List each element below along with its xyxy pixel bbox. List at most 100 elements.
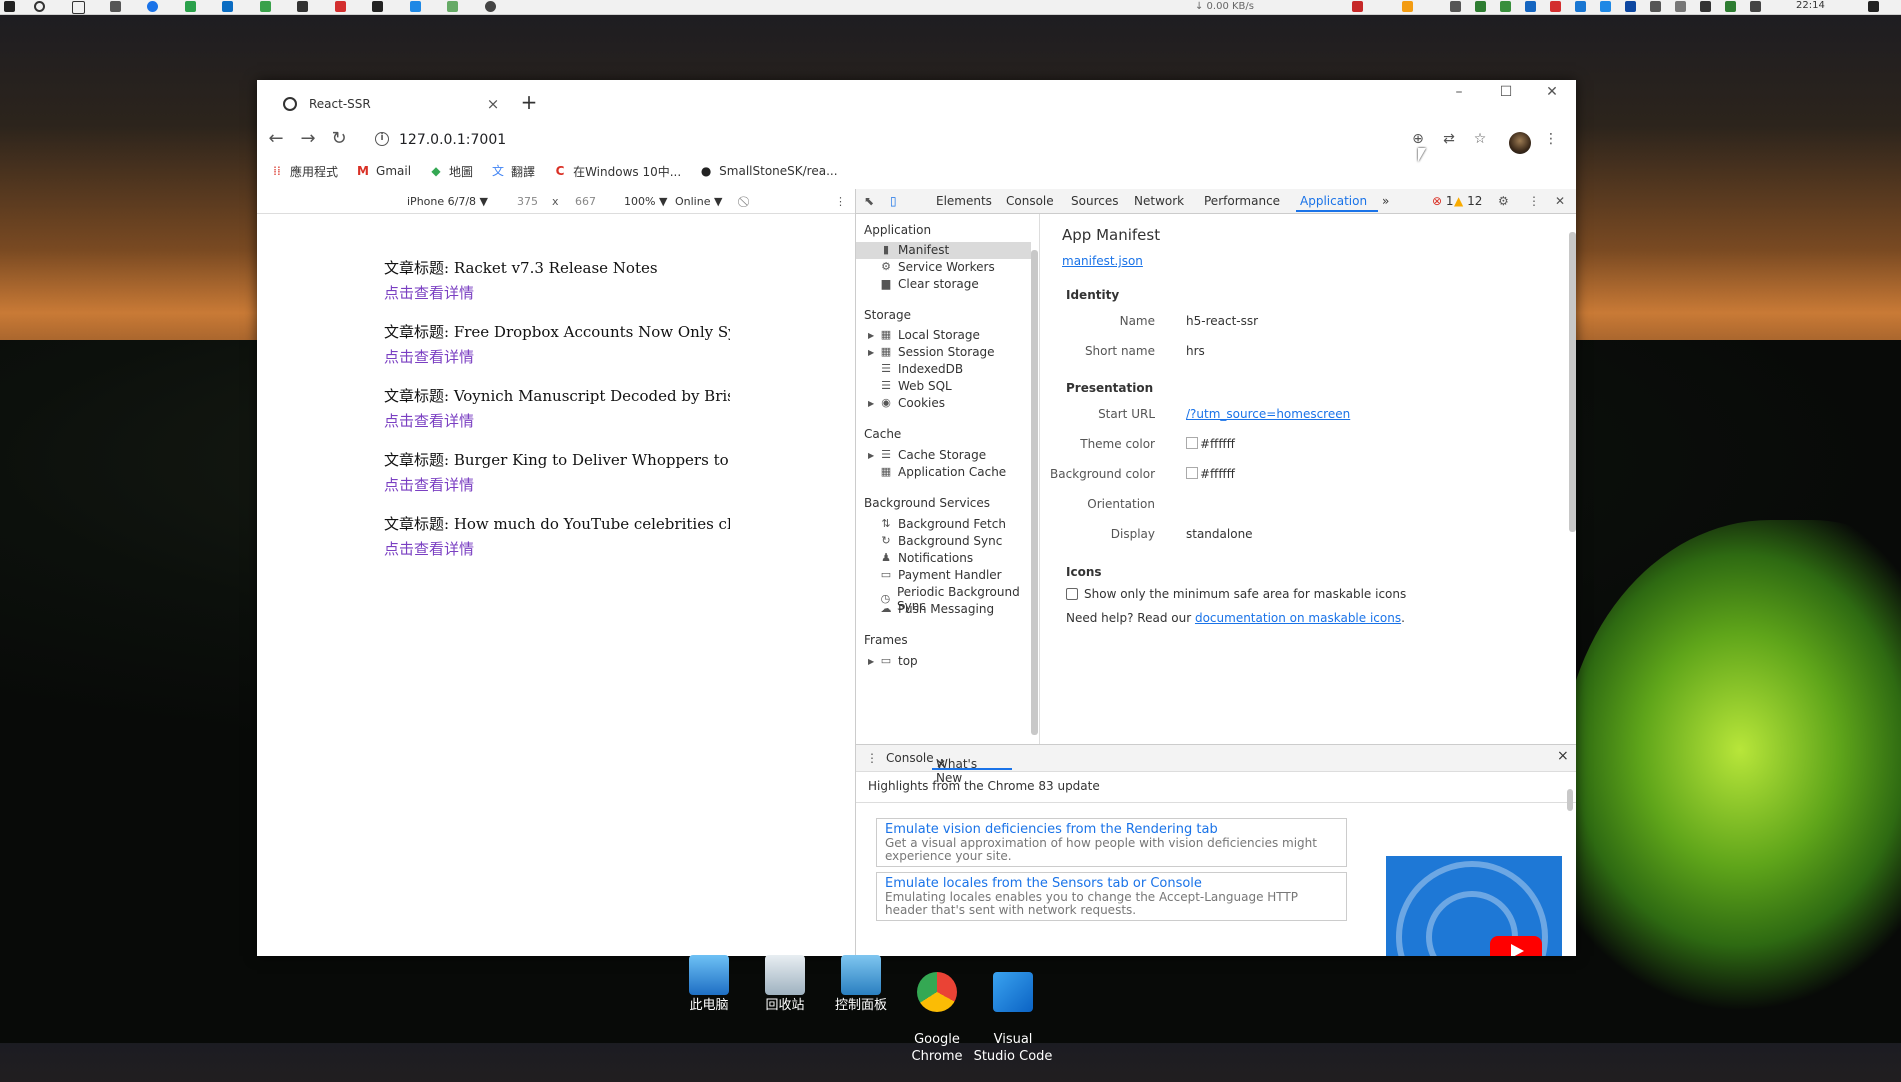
site-info-icon[interactable]: i [375,132,389,146]
expand-arrow-icon[interactable]: ▶ [868,348,874,357]
tray-icon[interactable] [1450,1,1461,12]
start-icon[interactable] [4,1,15,12]
drawer-scrollbar[interactable] [1566,779,1574,929]
scrollbar-thumb[interactable] [1569,232,1576,532]
sidebar-item-manifest[interactable]: ▮ Manifest [880,243,949,257]
device-more-icon[interactable]: ⋮ [835,195,846,208]
start-url-link[interactable]: /?utm_source=homescreen [1186,407,1350,421]
bookmark-gmail[interactable]: M Gmail [356,164,411,178]
article-detail-link[interactable]: 点击查看详情 [384,474,730,495]
scrollbar-thumb[interactable] [1567,789,1573,811]
search-icon[interactable] [34,1,45,12]
bookmark-translate[interactable]: 文翻譯 [491,163,535,180]
tray-icon[interactable] [1525,1,1536,12]
video-thumbnail[interactable] [1386,856,1562,956]
tab-application[interactable]: Application [1300,194,1367,208]
app-icon[interactable] [110,1,121,12]
install-app-icon[interactable]: ⊕ [1407,131,1429,147]
sidebar-item-application-cache[interactable]: ▦ Application Cache [880,465,1006,479]
app-icon[interactable] [260,1,271,12]
expand-arrow-icon[interactable]: ▶ [868,657,874,666]
tab-network[interactable]: Network [1134,194,1184,208]
tab-console[interactable]: Console [1006,194,1054,208]
bookmark-maps[interactable]: ◆ 地圖 [429,163,473,180]
youtube-play-icon[interactable] [1490,936,1542,956]
vscode-task-icon[interactable] [410,1,421,12]
article-detail-link[interactable]: 点击查看详情 [384,346,730,367]
network-throttle-select[interactable]: Online ▼ [675,195,722,208]
app-icon[interactable] [485,1,496,12]
expand-arrow-icon[interactable]: ▶ [868,451,874,460]
tab-performance[interactable]: Performance [1204,194,1280,208]
close-tab-icon[interactable]: × [483,95,503,113]
tab-elements[interactable]: Elements [936,194,992,208]
chrome-menu-icon[interactable]: ⋮ [1540,131,1562,147]
zoom-select[interactable]: 100% ▼ [624,195,667,208]
desktop-icon-this-pc[interactable]: 此电脑 [669,955,749,1014]
maskable-docs-link[interactable]: documentation on maskable icons [1195,611,1401,625]
tray-icon[interactable] [1675,1,1686,12]
forward-button[interactable]: → [296,128,320,149]
card-title[interactable]: Emulate vision deficiencies from the Ren… [885,822,1338,837]
minimize-button[interactable]: – [1439,84,1479,100]
whats-new-card[interactable]: Emulate locales from the Sensors tab or … [876,872,1347,921]
sidebar-item-notifications[interactable]: ♟ Notifications [880,551,973,565]
device-toggle-icon[interactable]: ▯ [890,194,897,208]
sidebar-item-push-messaging[interactable]: ☁ Push Messaging [880,602,995,616]
desktop-icon-control-panel[interactable]: 控制面板 [821,955,901,1014]
sidebar-item-indexeddb[interactable]: ☰ IndexedDB [880,362,963,376]
reload-button[interactable]: ↻ [327,128,351,149]
bookmark-star-icon[interactable]: ☆ [1469,131,1491,147]
app-icon[interactable] [335,1,346,12]
article-detail-link[interactable]: 点击查看详情 [384,538,730,559]
tray-icon[interactable] [1725,1,1736,12]
warning-count[interactable]: ▲ 12 [1454,194,1482,208]
app-icon[interactable] [222,1,233,12]
translate-icon[interactable]: ⇄ [1438,131,1460,147]
app-icon[interactable] [372,1,383,12]
manifest-scrollbar[interactable] [1567,224,1576,734]
sidebar-item-background-fetch[interactable]: ⇅ Background Fetch [880,517,1006,531]
tray-icon[interactable] [1550,1,1561,12]
tray-icon[interactable] [1625,1,1636,12]
maximize-button[interactable]: ☐ [1486,84,1526,100]
device-width[interactable]: 375 [517,195,538,208]
task-view-icon[interactable] [72,1,85,14]
device-height[interactable]: 667 [575,195,596,208]
new-tab-button[interactable]: + [517,90,541,114]
back-button[interactable]: ← [264,128,288,149]
sidebar-scrollbar[interactable] [1031,250,1038,735]
tray-icon[interactable] [1600,1,1611,12]
volume-icon[interactable] [1750,1,1761,12]
desktop-icon-chrome[interactable]: Google Chrome [897,955,977,1082]
sidebar-item-session-storage[interactable]: ▶ ▦ Session Storage [868,345,995,359]
sidebar-item-clear-storage[interactable]: ▆ Clear storage [880,277,979,291]
more-tabs-button[interactable]: » [1382,194,1389,208]
device-select[interactable]: iPhone 6/7/8 ▼ [407,195,488,208]
sidebar-item-background-sync[interactable]: ↻ Background Sync [880,534,1002,548]
settings-gear-icon[interactable]: ⚙ [1498,194,1509,208]
inspect-element-icon[interactable]: ⬉ [864,194,874,208]
card-title[interactable]: Emulate locales from the Sensors tab or … [885,876,1338,891]
sidebar-item-payment-handler[interactable]: ▭ Payment Handler [880,568,1002,582]
tray-icon[interactable] [1575,1,1586,12]
bookmark-windows[interactable]: C 在Windows 10中... [553,163,682,180]
tray-icon[interactable] [1402,1,1413,12]
tray-icon[interactable] [1700,1,1711,12]
tab-sources[interactable]: Sources [1071,194,1118,208]
desktop-icon-recycle-bin[interactable]: 回收站 [745,955,825,1014]
app-icon[interactable] [447,1,458,12]
close-window-button[interactable]: ✕ [1532,84,1572,100]
address-bar[interactable]: 127.0.0.1:7001 [399,132,506,148]
desktop-icon-vscode[interactable]: Visual Studio Code [973,955,1053,1082]
whats-new-card[interactable]: Emulate vision deficiencies from the Ren… [876,818,1347,867]
drawer-menu-icon[interactable]: ⋮ [866,751,878,765]
tray-icon[interactable] [1475,1,1486,12]
sidebar-item-web-sql[interactable]: ☰ Web SQL [880,379,952,393]
clock[interactable]: 22:14 [1796,0,1825,11]
app-icon[interactable] [185,1,196,12]
expand-arrow-icon[interactable]: ▶ [868,399,874,408]
sidebar-item-frame-top[interactable]: ▶ ▭ top [868,654,918,668]
close-drawer-icon[interactable]: × [1557,748,1569,764]
devtools-menu-icon[interactable]: ⋮ [1528,194,1540,208]
